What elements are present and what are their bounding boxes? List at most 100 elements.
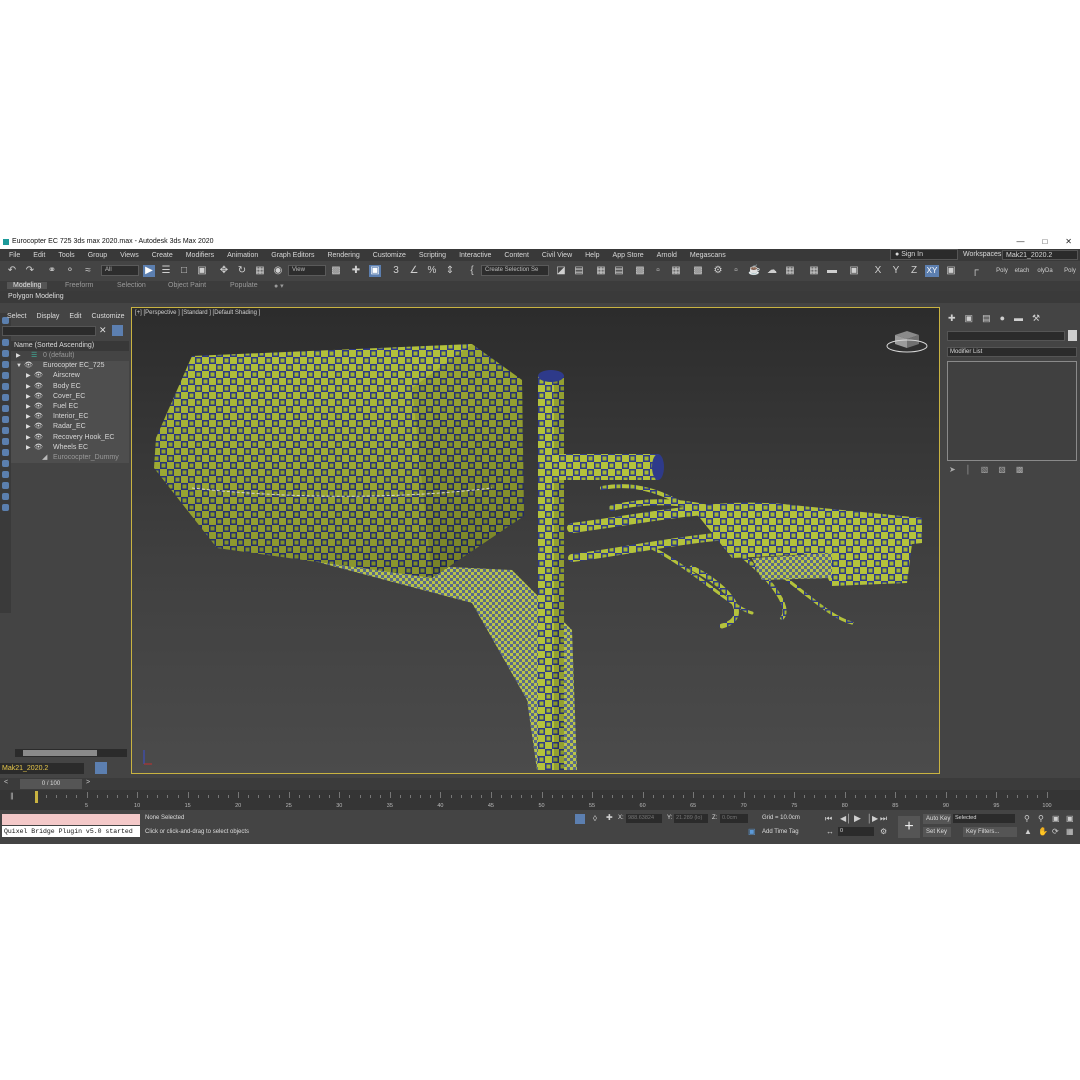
menu-group[interactable]: Group bbox=[88, 252, 107, 259]
eye-icon[interactable]: 👁 bbox=[34, 371, 43, 381]
perspective-viewport[interactable]: [+] [Perspective ] [Standard ] [Default … bbox=[131, 307, 940, 774]
schematic-view-icon[interactable]: ▦ bbox=[670, 265, 682, 277]
keyboard-shortcut-override-icon[interactable]: ▣ bbox=[369, 265, 381, 277]
menu-customize[interactable]: Customize bbox=[373, 252, 406, 259]
tab-populate[interactable]: Populate bbox=[230, 282, 258, 289]
eye-icon[interactable]: 👁 bbox=[34, 433, 43, 443]
time-prev-button[interactable]: < bbox=[4, 779, 8, 786]
corner-icon[interactable]: ┌ bbox=[969, 265, 981, 277]
render-gallery-icon[interactable]: ▦ bbox=[784, 265, 796, 277]
menu-modifiers[interactable]: Modifiers bbox=[186, 252, 214, 259]
tab-object-paint[interactable]: Object Paint bbox=[168, 282, 206, 289]
axis-y-button[interactable]: Y bbox=[890, 265, 902, 277]
curve-editor-icon[interactable]: ▫ bbox=[652, 265, 664, 277]
menu-views[interactable]: Views bbox=[120, 252, 139, 259]
previous-frame-icon[interactable]: ◀│ bbox=[840, 814, 851, 823]
mirror-icon[interactable]: ◪ bbox=[555, 265, 567, 277]
axis-x-button[interactable]: X bbox=[872, 265, 884, 277]
tree-item-radar[interactable]: ▶ 👁 Radar_EC bbox=[11, 422, 129, 433]
mini-curve-editor-icon[interactable]: ∥ bbox=[10, 792, 14, 800]
expand-arrow-icon[interactable]: ▶ bbox=[26, 382, 31, 392]
tree-item-dummy[interactable]: ◢ Eurococpter_Dummy bbox=[11, 452, 129, 464]
ribbon-options-icon[interactable]: ● ▾ bbox=[274, 282, 284, 290]
align-view-icon[interactable]: ▬ bbox=[826, 265, 838, 277]
expand-arrow-icon[interactable]: ▶ bbox=[26, 433, 31, 443]
select-object-icon[interactable]: ▶ bbox=[143, 265, 155, 277]
explorer-column-header[interactable]: Name (Sorted Ascending) bbox=[11, 341, 129, 351]
menu-create[interactable]: Create bbox=[152, 252, 173, 259]
filter-lights-icon[interactable] bbox=[2, 339, 9, 346]
filter-frozen-icon[interactable] bbox=[2, 427, 9, 434]
filter-spacewarps-icon[interactable] bbox=[2, 372, 9, 379]
tree-item-airscrew[interactable]: ▶ 👁 Airscrew bbox=[11, 371, 129, 382]
polydata-button[interactable]: olyDa bbox=[1036, 265, 1054, 277]
tab-freeform[interactable]: Freeform bbox=[65, 282, 93, 289]
expand-arrow-icon[interactable]: ▶ bbox=[26, 412, 31, 422]
sign-in-dropdown[interactable]: ● Sign In bbox=[890, 249, 958, 260]
menu-file[interactable]: File bbox=[9, 252, 20, 259]
chamfer-icon[interactable]: ▣ bbox=[945, 265, 957, 277]
scene-explorer-toggle-icon[interactable]: ▦ bbox=[595, 265, 607, 277]
menu-help[interactable]: Help bbox=[585, 252, 599, 259]
motion-tab-icon[interactable]: ● bbox=[1000, 313, 1005, 324]
add-time-tag[interactable]: Add Time Tag bbox=[762, 829, 799, 835]
edit-named-selection-icon[interactable]: { bbox=[466, 265, 478, 277]
render-in-cloud-icon[interactable]: ☁ bbox=[766, 265, 778, 277]
render-production-icon[interactable]: ☕ bbox=[748, 265, 760, 277]
clear-search-icon[interactable]: ✕ bbox=[99, 325, 107, 336]
track-bar[interactable]: ∥ 5 10 15 20 25 30 35 40 45 50 55 60 65 70 75 80 85 90 95 1… bbox=[0, 790, 1080, 810]
filter-xrefs-icon[interactable] bbox=[2, 394, 9, 401]
expand-arrow-icon[interactable]: ▶ bbox=[26, 402, 31, 412]
menu-scripting[interactable]: Scripting bbox=[419, 252, 446, 259]
key-filters-button[interactable]: Key Filters... bbox=[963, 827, 1017, 837]
tree-item-interior[interactable]: ▶ 👁 Interior_EC bbox=[11, 412, 129, 423]
time-next-button[interactable]: > bbox=[86, 779, 90, 786]
workspace-dropdown[interactable]: Mak21_2020.2 bbox=[1002, 250, 1078, 260]
menu-arnold[interactable]: Arnold bbox=[657, 252, 677, 259]
key-filter-selection-dropdown[interactable]: Selected bbox=[953, 814, 1015, 823]
eye-icon[interactable]: 👁 bbox=[34, 402, 43, 412]
axis-xy-button[interactable]: XY bbox=[925, 265, 939, 277]
polygon-modeling-label[interactable]: Polygon Modeling bbox=[8, 293, 64, 300]
selection-lock-icon[interactable]: ◊ bbox=[593, 814, 597, 823]
minimize-button[interactable]: — bbox=[1016, 237, 1024, 246]
eye-icon[interactable]: 👁 bbox=[34, 382, 43, 392]
display-all-icon[interactable] bbox=[2, 449, 9, 456]
explorer-menu-edit[interactable]: Edit bbox=[69, 313, 81, 320]
goto-end-icon[interactable]: ⏭ bbox=[880, 814, 887, 824]
poly-button[interactable]: Poly bbox=[994, 265, 1010, 277]
collapse-arrow-icon[interactable]: ▼ bbox=[16, 361, 22, 371]
tree-item-layer-default[interactable]: ▶ ☰ 0 (default) bbox=[11, 351, 129, 361]
zoom-extents-all-icon[interactable]: ▣ bbox=[1066, 814, 1074, 823]
eye-icon[interactable]: 👁 bbox=[24, 361, 33, 371]
filter-hidden-icon[interactable] bbox=[2, 438, 9, 445]
detach-button[interactable]: etach bbox=[1013, 265, 1031, 277]
invert-display-icon[interactable] bbox=[2, 471, 9, 478]
filter-funnel-icon[interactable] bbox=[2, 493, 9, 500]
layer-explorer-button[interactable] bbox=[95, 762, 107, 774]
menu-content[interactable]: Content bbox=[504, 252, 529, 259]
scrollbar-thumb[interactable] bbox=[23, 750, 97, 756]
angle-snap-icon[interactable]: ∠ bbox=[408, 265, 420, 277]
z-coord-field[interactable]: 0.0cm bbox=[720, 814, 748, 823]
selection-filter-dropdown[interactable]: All bbox=[101, 265, 139, 276]
menu-animation[interactable]: Animation bbox=[227, 252, 258, 259]
goto-start-icon[interactable]: ⏮ bbox=[825, 814, 832, 824]
menu-interactive[interactable]: Interactive bbox=[459, 252, 491, 259]
modifier-stack[interactable] bbox=[947, 361, 1077, 461]
layer-dropdown[interactable]: Mak21_2020.2 bbox=[0, 763, 84, 774]
explorer-search-input[interactable] bbox=[2, 326, 96, 336]
rotate-icon[interactable]: ↻ bbox=[236, 265, 248, 277]
set-key-button[interactable]: Set Key bbox=[923, 827, 951, 837]
play-icon[interactable]: ▶ bbox=[854, 813, 861, 824]
y-coord-field[interactable]: 21.289 (lo) bbox=[674, 814, 708, 823]
unlink-icon[interactable]: ⚬ bbox=[64, 265, 76, 277]
menu-graph-editors[interactable]: Graph Editors bbox=[271, 252, 314, 259]
menu-edit[interactable]: Edit bbox=[33, 252, 45, 259]
expand-arrow-icon[interactable]: ▶ bbox=[26, 443, 31, 453]
modifier-list-dropdown[interactable]: Modifier List bbox=[947, 347, 1077, 357]
filter-containers-icon[interactable] bbox=[2, 416, 9, 423]
pivot-center-icon[interactable]: ▩ bbox=[330, 265, 342, 277]
ribbon-toggle-icon[interactable]: ▩ bbox=[634, 265, 646, 277]
menu-rendering[interactable]: Rendering bbox=[327, 252, 359, 259]
